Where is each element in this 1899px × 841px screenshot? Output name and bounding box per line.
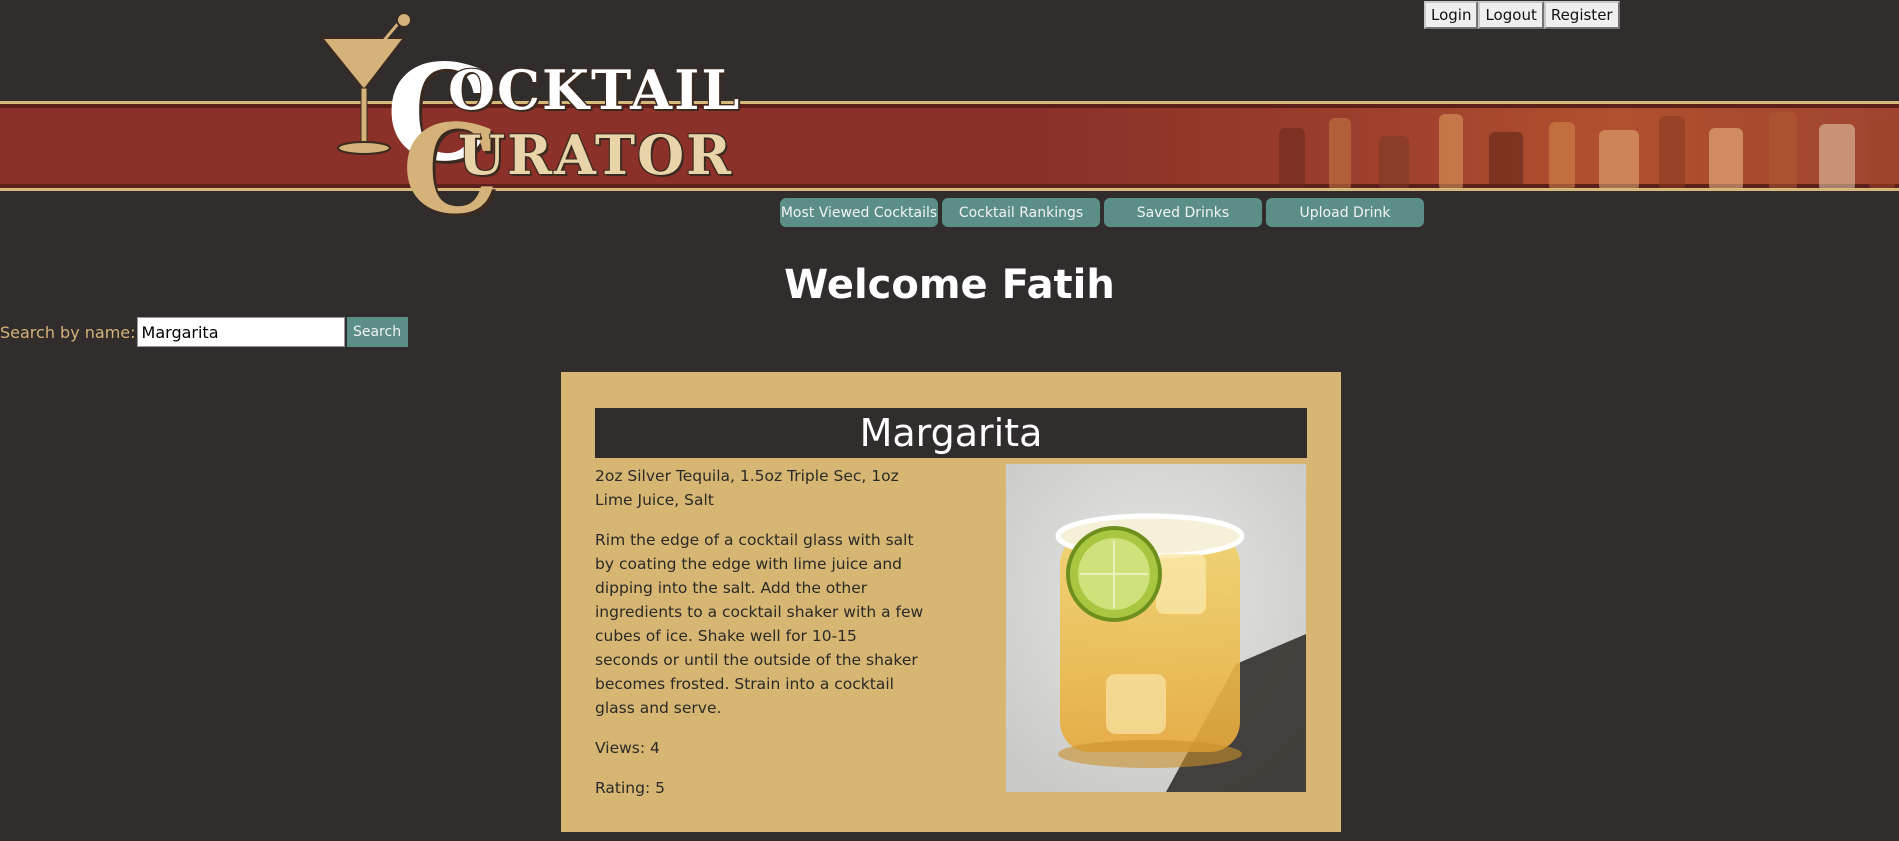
search-button[interactable]: Search — [346, 317, 408, 347]
drink-ingredients: 2oz Silver Tequila, 1.5oz Triple Sec, 1o… — [595, 467, 899, 509]
cocktail-curator-logo[interactable]: C C OCKTAIL URATOR — [318, 8, 739, 230]
search-bar: Search by name: Search — [0, 317, 408, 347]
register-button[interactable]: Register — [1543, 1, 1620, 29]
login-button[interactable]: Login — [1424, 1, 1479, 29]
drink-card: Margarita 2oz Silver Tequila, 1.5oz Trip… — [561, 372, 1341, 832]
drink-details: 2oz Silver Tequila, 1.5oz Triple Sec, 1o… — [595, 464, 925, 816]
drink-instructions: Rim the edge of a cocktail glass with sa… — [595, 531, 924, 717]
nav-upload-drink-button[interactable]: Upload Drink — [1266, 198, 1424, 227]
nav-most-viewed-button[interactable]: Most Viewed Cocktails — [780, 198, 938, 227]
logo-word-cocktail: OCKTAIL — [448, 58, 742, 122]
nav-rankings-button[interactable]: Cocktail Rankings — [942, 198, 1100, 227]
header-banner — [0, 101, 1899, 191]
main-nav: Most Viewed Cocktails Cocktail Rankings … — [780, 198, 1424, 227]
bar-bottles-image — [1259, 110, 1899, 188]
welcome-heading: Welcome Fatih — [784, 262, 1115, 308]
drink-views: Views: 4 — [595, 739, 660, 757]
drink-photo — [1006, 464, 1306, 792]
drink-title: Margarita — [595, 408, 1307, 458]
search-label: Search by name: — [0, 322, 136, 342]
search-input[interactable] — [136, 317, 345, 347]
logo-word-curator: URATOR — [458, 123, 734, 187]
page: C C OCKTAIL URATOR Login Logout Register… — [0, 0, 1899, 841]
logout-button[interactable]: Logout — [1478, 1, 1544, 29]
auth-buttons: Login Logout Register — [1424, 1, 1620, 29]
nav-saved-drinks-button[interactable]: Saved Drinks — [1104, 198, 1262, 227]
drink-rating: Rating: 5 — [595, 779, 665, 797]
